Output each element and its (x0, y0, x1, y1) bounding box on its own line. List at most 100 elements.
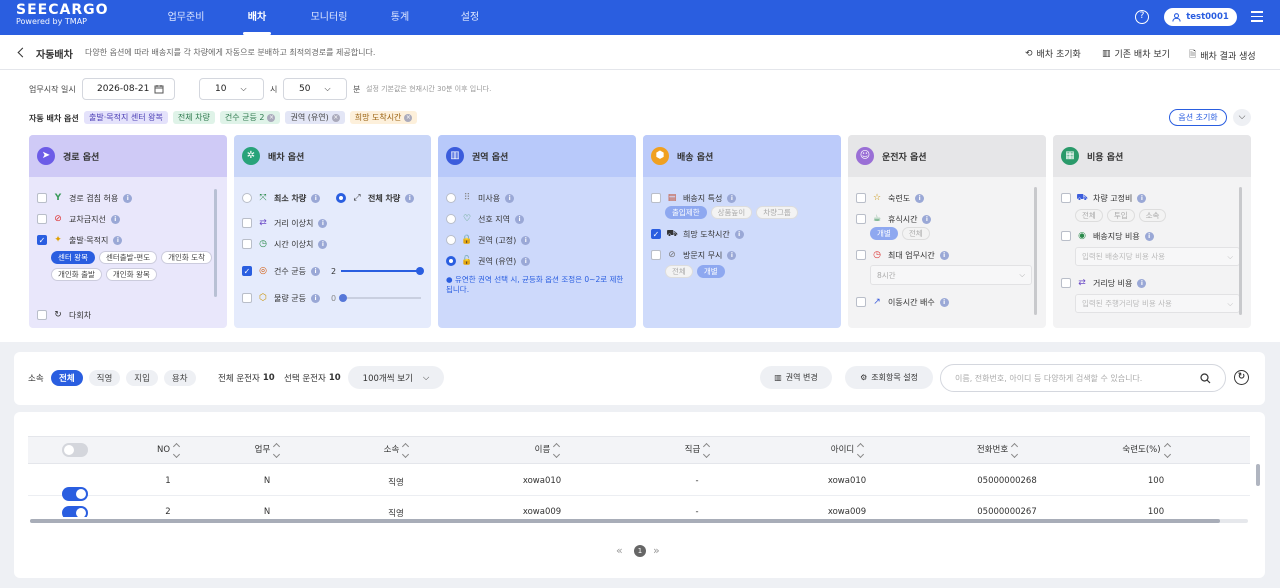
next-page-icon[interactable]: » (653, 544, 660, 557)
sub-vehicle-group[interactable]: 차량그룹 (756, 206, 798, 219)
menu-icon[interactable] (1251, 11, 1263, 25)
option-desired-arrival[interactable]: ✓ ⛟ 희망 도착시간 i (651, 228, 744, 240)
info-icon[interactable]: i (310, 266, 320, 276)
info-icon[interactable]: i (505, 193, 515, 203)
sub-all[interactable]: 전체 (901, 227, 930, 240)
info-icon[interactable]: i (727, 250, 737, 260)
col-id[interactable]: 아이디 (772, 436, 922, 464)
info-icon[interactable]: i (318, 218, 328, 228)
option-distance-cost[interactable]: ⇄ 거리당 비용 i (1061, 277, 1147, 289)
col-phone[interactable]: 전화번호 (922, 436, 1072, 464)
col-rank[interactable]: 직급 (622, 436, 772, 464)
info-icon[interactable]: i (113, 235, 123, 245)
chip-zone[interactable]: 권역 (유연) × (285, 111, 345, 124)
option-time-outlier[interactable]: ◷ 시간 이상치 i (242, 238, 328, 250)
sub-center-oneway[interactable]: 센터출발-편도 (98, 251, 158, 264)
sub-all[interactable]: 전체 (1075, 209, 1103, 222)
sub-personal-depart[interactable]: 개인화 출발 (51, 268, 102, 281)
col-work[interactable]: 업무 (214, 436, 320, 464)
info-icon[interactable]: i (1137, 193, 1147, 203)
chip-dispatch[interactable]: 전체 차량 (172, 111, 215, 124)
sub-individual[interactable]: 개별 (696, 265, 725, 278)
prev-page-icon[interactable]: « (616, 544, 623, 557)
volume-balance-slider[interactable] (339, 293, 422, 303)
select-all-toggle[interactable] (62, 443, 88, 457)
search-input[interactable]: 이름, 전화번호, 아이디 등 다양하게 검색할 수 있습니다. (940, 364, 1226, 392)
info-icon[interactable]: i (310, 293, 320, 303)
sub-access-limit[interactable]: 출입제한 (665, 206, 707, 219)
info-icon[interactable]: i (939, 250, 949, 260)
info-icon[interactable]: i (521, 235, 531, 245)
view-previous-dispatch-button[interactable]: ▥ 기존 배차 보기 (1102, 47, 1170, 61)
reset-options-button[interactable]: 옵션 초기화 (1169, 109, 1227, 126)
info-icon[interactable]: i (514, 214, 524, 224)
zone-fixed[interactable]: 🔒 권역 (고정) i (446, 234, 531, 246)
info-icon[interactable]: i (311, 193, 321, 203)
sub-center-round[interactable]: 센터 왕복 (51, 251, 95, 264)
reset-dispatch-button[interactable]: ⟲ 배차 초기화 (1025, 47, 1081, 61)
page-size-select[interactable]: 100개씩 보기 ⌵ (348, 366, 444, 389)
column-settings-button[interactable]: ⚙ 조회항목 설정 (845, 366, 933, 389)
option-break[interactable]: ☕ 휴식시간 i (856, 213, 932, 225)
table-row[interactable]: 2 N 직영 xowa009 - xowa009 05000000267 100 (28, 497, 1250, 517)
sub-personal-arrive[interactable]: 개인화 도착 (161, 251, 212, 264)
option-stop-cost[interactable]: ◉ 배송지당 비용 i (1061, 230, 1154, 242)
option-ignore-visit[interactable]: ⊘ 방문지 무시 i (651, 249, 737, 261)
create-dispatch-result-button[interactable]: 🗎 배차 결과 생성 (1189, 47, 1256, 63)
distance-cost-select[interactable]: 입력된 주행거리당 비용 사용 ⌵ (1075, 294, 1240, 313)
change-zone-button[interactable]: ▥ 권역 변경 (760, 366, 832, 389)
sub-individual[interactable]: 개별 (870, 227, 898, 240)
scrollbar[interactable] (1034, 187, 1037, 315)
scrollbar[interactable] (214, 189, 217, 297)
nav-work-prep[interactable]: 업무준비 (163, 0, 209, 35)
sub-all[interactable]: 전체 (665, 265, 693, 278)
info-icon[interactable]: i (734, 229, 744, 239)
option-overlap[interactable]: Y 경로 겹침 허용 i (37, 192, 133, 204)
count-balance-slider[interactable] (341, 266, 425, 276)
remove-icon[interactable]: × (404, 113, 413, 122)
search-icon[interactable] (1200, 372, 1211, 384)
option-all-vehicles[interactable]: ⤢ 전체 차량 i (336, 192, 415, 204)
collapse-chevron-icon[interactable]: ⌵ (1233, 109, 1251, 126)
scrollbar[interactable] (1239, 187, 1242, 315)
start-date-field[interactable]: 2026-08-21 (82, 78, 175, 100)
option-count-balance[interactable]: ✓ ◎ 건수 균등 i 2 (242, 265, 425, 277)
minute-select[interactable]: 50 ⌵ (283, 78, 347, 100)
option-multi-trip[interactable]: ↻ 다회차 (37, 309, 91, 321)
option-origin-destination[interactable]: ✓ ✦ 출발·목적지 i (37, 234, 123, 246)
col-no[interactable]: NO (122, 436, 214, 464)
info-icon[interactable]: i (110, 214, 120, 224)
info-icon[interactable]: i (915, 193, 925, 203)
max-work-select[interactable]: 8시간 ⌵ (870, 265, 1032, 285)
sub-affiliation[interactable]: 소속 (1138, 209, 1167, 222)
vertical-scrollbar[interactable] (1256, 464, 1260, 486)
option-volume-balance[interactable]: ⬡ 물량 균등 i 0 (242, 292, 422, 304)
option-no-cross[interactable]: ⊘ 교차금지선 i (37, 213, 120, 225)
option-max-work[interactable]: ◷ 최대 업무시간 i (856, 249, 949, 261)
remove-icon[interactable]: × (267, 113, 276, 122)
option-delivery-attr[interactable]: ▤ 배송지 특성 i (651, 192, 737, 204)
tab-contract[interactable]: 지입 (126, 370, 158, 386)
horizontal-scrollbar[interactable] (30, 519, 1248, 523)
info-icon[interactable]: i (123, 193, 133, 203)
info-icon[interactable]: i (1137, 278, 1147, 288)
option-vehicle-fixed[interactable]: ⛟ 차량 고정비 i (1061, 192, 1147, 204)
nav-settings[interactable]: 설정 (452, 0, 488, 35)
tab-direct[interactable]: 직영 (88, 370, 121, 386)
page-1-button[interactable]: 1 (634, 545, 646, 557)
sub-deployed[interactable]: 투입 (1106, 209, 1135, 222)
hour-select[interactable]: 10 ⌵ (199, 78, 264, 100)
sub-personal-round[interactable]: 개인화 왕복 (105, 268, 157, 281)
info-icon[interactable]: i (939, 297, 949, 307)
sub-height[interactable]: 상품높이 (710, 206, 753, 219)
col-skill[interactable]: 숙련도(%) (1072, 436, 1220, 464)
zone-none[interactable]: ⠿ 미사용 i (446, 192, 515, 204)
option-min-vehicles[interactable]: ⤧ 최소 차량 i (242, 192, 321, 204)
info-icon[interactable]: i (318, 239, 328, 249)
info-icon[interactable]: i (405, 193, 415, 203)
chip-delivery[interactable]: 희망 도착시간 × (349, 111, 418, 124)
nav-dispatch[interactable]: 배차 (238, 0, 276, 35)
option-distance-outlier[interactable]: ⇄ 거리 이상치 i (242, 217, 328, 229)
tab-all[interactable]: 전체 (51, 370, 83, 386)
nav-stats[interactable]: 통계 (382, 0, 418, 35)
